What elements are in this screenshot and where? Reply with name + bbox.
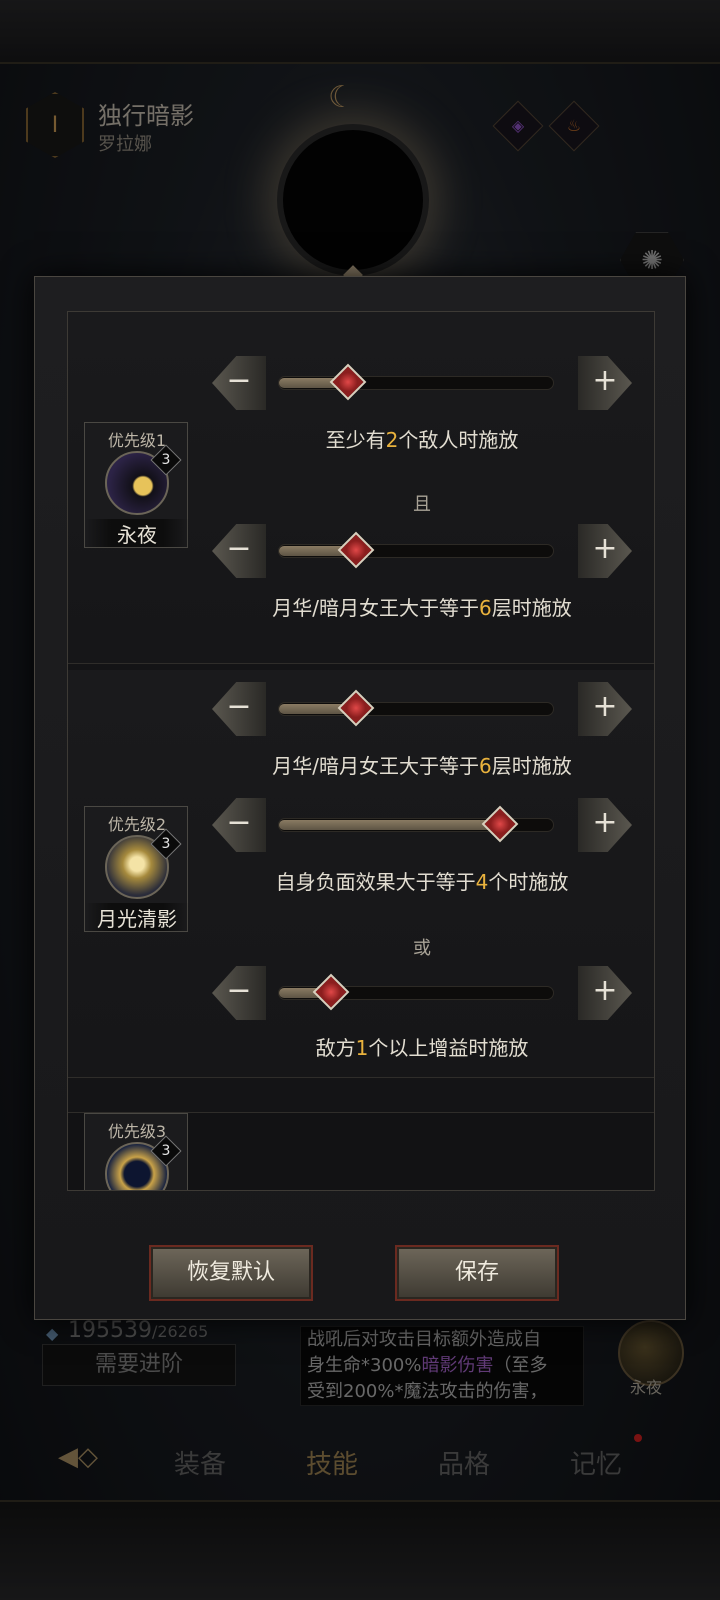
- reset-default-button[interactable]: 恢复默认: [149, 1245, 313, 1301]
- slider-fill: [279, 820, 500, 830]
- skill-card-2[interactable]: 优先级2 3 月光清影: [84, 806, 189, 932]
- priority-list[interactable]: 优先级1 3 永夜 − + 至少有2个敌人时施放 且 − + 月华/暗月女王大于…: [67, 311, 655, 1191]
- condition-text: 至少有2个敌人时施放: [325, 428, 519, 452]
- skill-card-3[interactable]: 优先级3 3: [84, 1113, 188, 1190]
- logic-operator: 且: [413, 494, 431, 515]
- minus-button[interactable]: −: [212, 798, 266, 852]
- skill-priority-modal: 优先级1 3 永夜 − + 至少有2个敌人时施放 且 − + 月华/暗月女王大于…: [34, 276, 686, 1320]
- plus-button[interactable]: +: [578, 356, 632, 410]
- slider-track[interactable]: [278, 973, 554, 1011]
- minus-button[interactable]: −: [212, 356, 266, 410]
- condition-slider-2-2: − +: [212, 798, 632, 854]
- condition-text: 月华/暗月女王大于等于6层时施放: [272, 754, 572, 778]
- priority-label: 优先级3: [107, 1122, 167, 1141]
- minus-button[interactable]: −: [212, 682, 266, 736]
- priority-label: 优先级1: [107, 431, 167, 450]
- priority-section-1: 优先级1 3 永夜 − + 至少有2个敌人时施放 且 − + 月华/暗月女王大于…: [68, 312, 654, 664]
- minus-button[interactable]: −: [212, 524, 266, 578]
- minus-button[interactable]: −: [212, 966, 266, 1020]
- slider-thumb[interactable]: [337, 689, 375, 727]
- priority-label: 优先级2: [107, 815, 167, 834]
- slider-thumb[interactable]: [313, 973, 350, 1011]
- condition-slider-2-3: − +: [212, 966, 632, 1022]
- slider-track[interactable]: [278, 531, 554, 569]
- slider-track[interactable]: [278, 689, 554, 727]
- condition-slider-1-1: − +: [212, 356, 632, 412]
- skill-name: 月光清影: [85, 903, 189, 931]
- slider-thumb[interactable]: [481, 805, 519, 843]
- slider-track[interactable]: [278, 805, 554, 843]
- condition-slider-2-1: − +: [212, 682, 632, 738]
- skill-card-1[interactable]: 优先级1 3 永夜: [84, 422, 189, 548]
- condition-text: 月华/暗月女王大于等于6层时施放: [272, 596, 572, 620]
- slider-thumb[interactable]: [329, 363, 367, 401]
- plus-button[interactable]: +: [578, 966, 632, 1020]
- save-button[interactable]: 保存: [395, 1245, 559, 1301]
- plus-button[interactable]: +: [578, 524, 632, 578]
- skill-name: 永夜: [85, 519, 189, 547]
- plus-button[interactable]: +: [578, 798, 632, 852]
- condition-text: 敌方1个以上增益时施放: [315, 1036, 529, 1060]
- slider-track[interactable]: [278, 363, 554, 401]
- plus-button[interactable]: +: [578, 682, 632, 736]
- priority-section-2: 优先级2 3 月光清影 − + 月华/暗月女王大于等于6层时施放 − + 自身负…: [68, 670, 654, 1078]
- slider-thumb[interactable]: [337, 531, 375, 569]
- condition-slider-1-2: − +: [212, 524, 632, 580]
- priority-section-3: 优先级3 3: [68, 1112, 654, 1190]
- logic-operator: 或: [413, 938, 431, 959]
- condition-text: 自身负面效果大于等于4个时施放: [275, 870, 569, 894]
